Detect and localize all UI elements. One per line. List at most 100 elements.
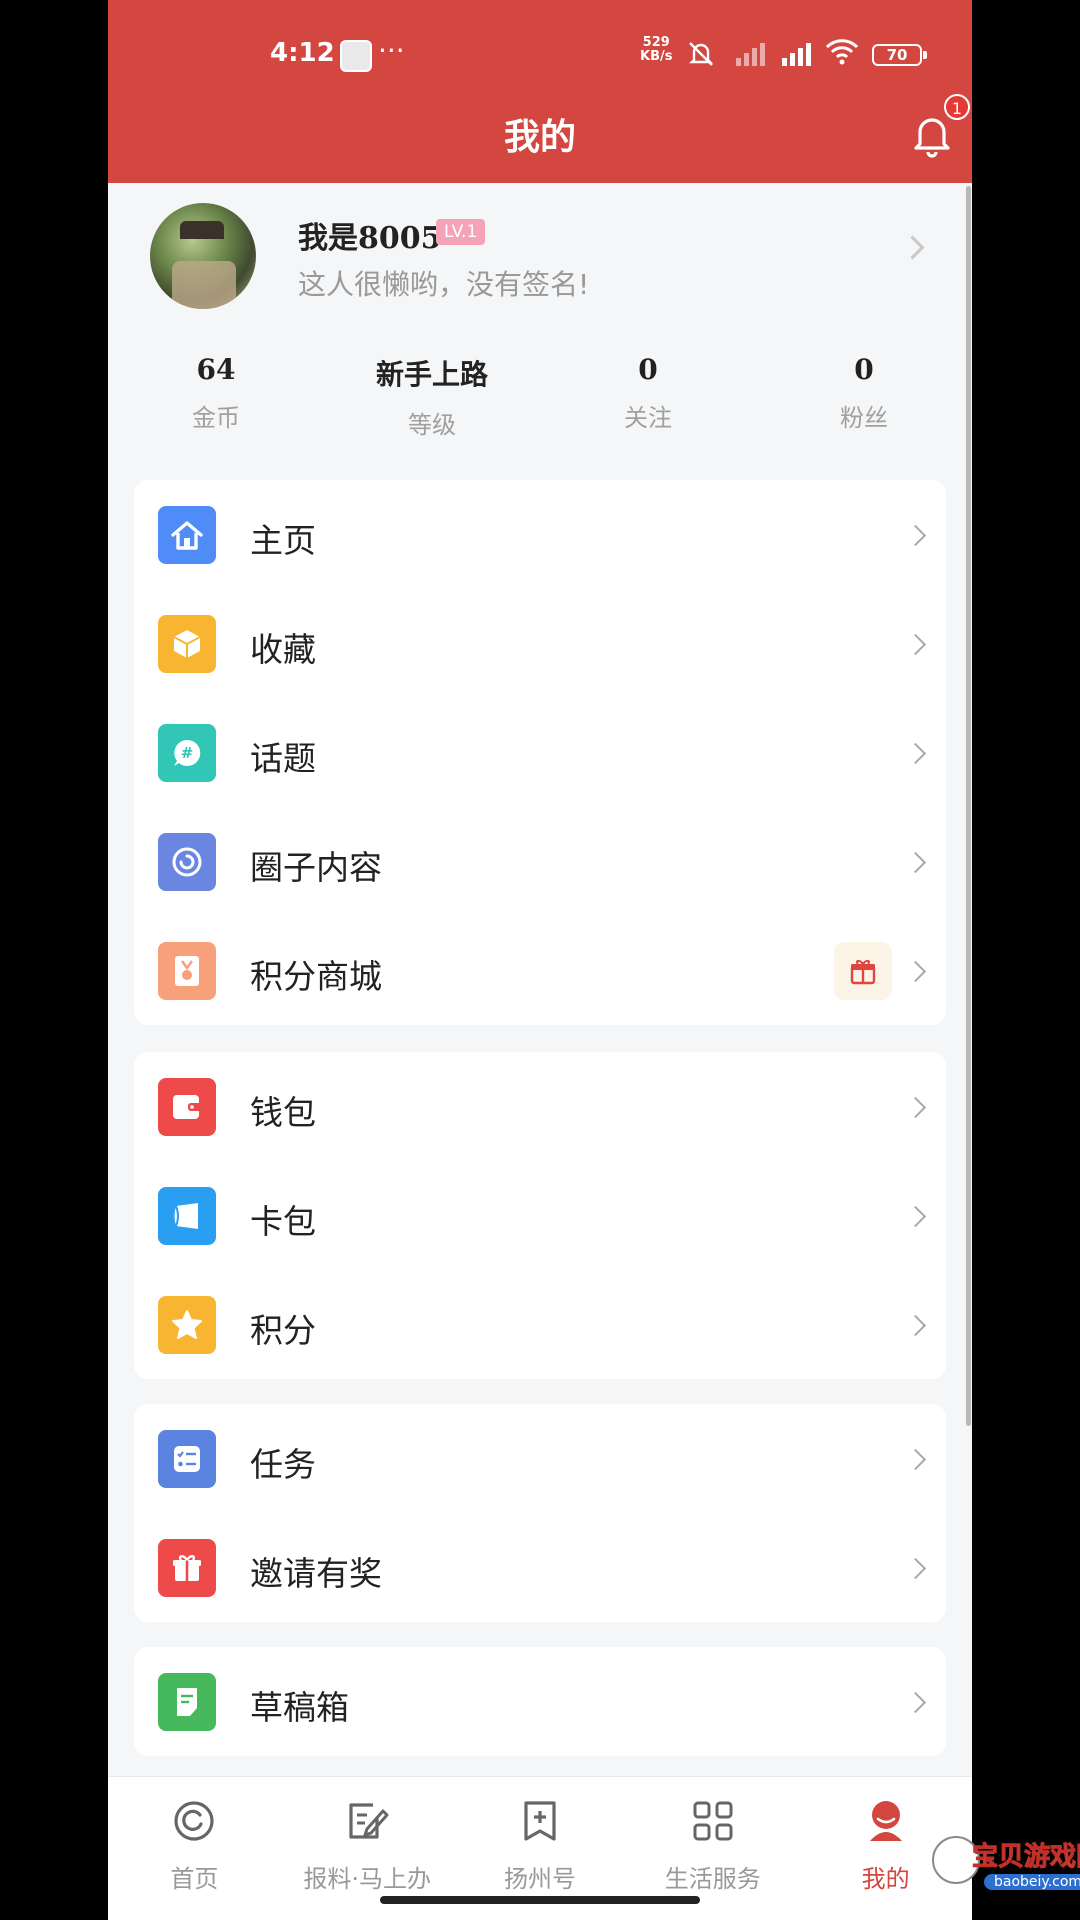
menu-item-tasks[interactable]: 任务	[134, 1404, 946, 1513]
status-time: 4:12	[270, 38, 335, 68]
menu-item-invite-rewards[interactable]: 邀请有奖	[134, 1513, 946, 1622]
menu-card-drafts: 草稿箱	[134, 1647, 946, 1756]
menu-card-profile: 主页 收藏 # 话题 圈子内容 积分商城	[134, 480, 946, 1025]
menu-item-label: 积分商城	[250, 957, 382, 996]
tab-label: 生活服务	[664, 1865, 761, 1893]
gift-icon[interactable]	[834, 942, 892, 1000]
chevron-right-icon	[904, 742, 927, 765]
gift-icon	[158, 1539, 216, 1597]
avatar[interactable]	[150, 203, 256, 309]
menu-item-label: 钱包	[250, 1093, 316, 1132]
chevron-right-icon	[904, 1691, 927, 1714]
profile-tab-icon	[862, 1797, 910, 1845]
svg-text:#: #	[181, 744, 194, 762]
topic-hash-icon: #	[158, 724, 216, 782]
watermark: 宝贝游戏网 baobeiy.com	[932, 1836, 1080, 1906]
menu-item-label: 主页	[250, 521, 316, 560]
draft-icon	[158, 1673, 216, 1731]
chevron-right-icon	[904, 633, 927, 656]
header-bar: 4:12 ··· 529 KB/s 70 我的 1	[108, 0, 972, 183]
chevron-right-icon	[904, 960, 927, 983]
notification-app-icon	[340, 40, 372, 72]
stat-level[interactable]: 新手上路 等级	[324, 353, 540, 439]
medal-icon	[158, 942, 216, 1000]
network-speed: 529 KB/s	[640, 36, 672, 64]
menu-item-label: 积分	[250, 1311, 316, 1350]
menu-card-tasks: 任务 邀请有奖	[134, 1404, 946, 1622]
menu-item-points[interactable]: 积分	[134, 1270, 946, 1379]
tab-home[interactable]: 首页	[108, 1777, 281, 1920]
menu-item-label: 卡包	[250, 1202, 316, 1241]
bookmark-plus-icon	[516, 1797, 564, 1845]
stat-label: 关注	[624, 404, 672, 432]
stat-label: 金币	[192, 404, 240, 432]
home-tab-icon	[170, 1797, 218, 1845]
battery-indicator: 70	[872, 44, 927, 66]
stat-value: 0	[854, 353, 874, 386]
stat-value: 64	[196, 353, 236, 386]
network-speed-unit: KB/s	[640, 49, 673, 64]
menu-item-favorites[interactable]: 收藏	[134, 589, 946, 698]
menu-item-circle-content[interactable]: 圈子内容	[134, 807, 946, 916]
card-icon	[158, 1187, 216, 1245]
chevron-right-icon	[904, 1557, 927, 1580]
chevron-right-icon	[904, 1314, 927, 1337]
menu-item-homepage[interactable]: 主页	[134, 480, 946, 589]
stat-value: 新手上路	[375, 358, 488, 391]
page-title: 我的	[503, 117, 576, 158]
menu-item-wallet[interactable]: 钱包	[134, 1052, 946, 1161]
menu-item-label: 任务	[250, 1445, 316, 1484]
watermark-text: 宝贝游戏网	[971, 1842, 1080, 1873]
more-notifications-icon: ···	[378, 34, 405, 67]
circle-swirl-icon	[158, 833, 216, 891]
cube-icon	[158, 615, 216, 673]
menu-item-label: 草稿箱	[250, 1688, 349, 1727]
chevron-right-icon	[904, 851, 927, 874]
watermark-url: baobeiy.com	[984, 1874, 1080, 1890]
menu-item-card-wallet[interactable]: 卡包	[134, 1161, 946, 1270]
stat-value: 0	[638, 353, 658, 386]
scrollbar[interactable]	[966, 186, 971, 1426]
stats-row: 64 金币 新手上路 等级 0 关注 0 粉丝	[108, 353, 972, 439]
stat-label: 等级	[408, 411, 456, 439]
menu-card-wallet: 钱包 卡包 积分	[134, 1052, 946, 1379]
tab-label: 报料·马上办	[303, 1865, 432, 1893]
app-screen: 4:12 ··· 529 KB/s 70 我的 1 我是8005 LV.1 这人…	[108, 0, 972, 1920]
grid-icon	[689, 1797, 737, 1845]
chevron-right-icon	[904, 524, 927, 547]
stat-fans[interactable]: 0 粉丝	[756, 353, 972, 433]
username: 我是8005	[298, 221, 442, 256]
menu-item-label: 话题	[250, 739, 316, 778]
chevron-right-icon	[904, 1205, 927, 1228]
stat-coins[interactable]: 64 金币	[108, 353, 324, 433]
stat-label: 粉丝	[840, 404, 888, 432]
chevron-right-icon[interactable]	[900, 235, 925, 260]
status-bar: 4:12 ··· 529 KB/s 70	[108, 34, 972, 76]
home-indicator[interactable]	[380, 1896, 700, 1904]
network-speed-value: 529	[642, 35, 670, 50]
star-icon	[158, 1296, 216, 1354]
wifi-icon	[824, 36, 860, 73]
menu-item-label: 圈子内容	[250, 848, 382, 887]
menu-item-points-mall[interactable]: 积分商城	[134, 916, 946, 1025]
signature-text: 这人很懒哟，没有签名!	[298, 268, 590, 301]
notification-count-badge: 1	[944, 94, 970, 120]
mute-icon	[686, 40, 716, 75]
chevron-right-icon	[904, 1448, 927, 1471]
signal-sim2-icon	[736, 40, 765, 66]
menu-item-label: 收藏	[250, 630, 316, 669]
menu-item-drafts[interactable]: 草稿箱	[134, 1647, 946, 1756]
profile-section[interactable]: 我是8005 LV.1 这人很懒哟，没有签名! 64 金币 新手上路 等级 0 …	[108, 183, 972, 453]
tab-label: 首页	[170, 1865, 219, 1893]
chevron-right-icon	[904, 1096, 927, 1119]
stat-following[interactable]: 0 关注	[540, 353, 756, 433]
level-badge: LV.1	[436, 219, 486, 245]
tab-label: 扬州号	[503, 1865, 576, 1893]
report-edit-icon	[343, 1797, 391, 1845]
home-icon	[158, 506, 216, 564]
menu-item-topics[interactable]: # 话题	[134, 698, 946, 807]
task-list-icon	[158, 1430, 216, 1488]
wallet-icon	[158, 1078, 216, 1136]
menu-item-label: 邀请有奖	[250, 1554, 382, 1593]
signal-sim1-icon	[782, 40, 811, 66]
